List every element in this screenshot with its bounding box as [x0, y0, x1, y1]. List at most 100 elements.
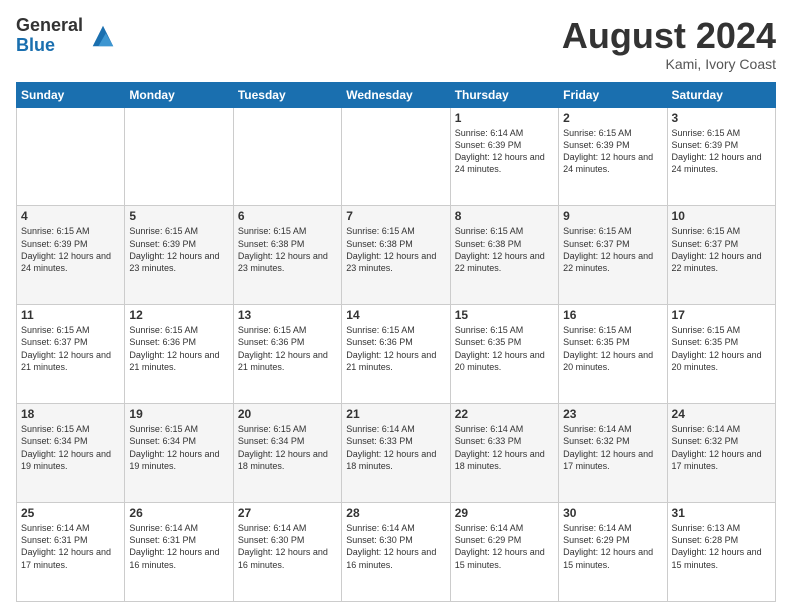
- table-row: 23Sunrise: 6:14 AM Sunset: 6:32 PM Dayli…: [559, 404, 667, 503]
- calendar-week-4: 18Sunrise: 6:15 AM Sunset: 6:34 PM Dayli…: [17, 404, 776, 503]
- day-number: 24: [672, 407, 771, 421]
- table-row: 28 Sunrise: 6:14 AM Sunset: 6:30 PM Dayli…: [342, 503, 450, 602]
- day-info: Sunrise: 6:15 AM Sunset: 6:35 PM Dayligh…: [672, 324, 771, 373]
- day-info: Sunrise: 6:15 AM Sunset: 6:38 PM Dayligh…: [238, 225, 337, 274]
- table-row: 17 Sunrise: 6:15 AM Sunset: 6:35 PM Dayli…: [667, 305, 775, 404]
- table-row: 24 Sunrise: 6:14 AM Sunset: 6:32 PM Dayli…: [667, 404, 775, 503]
- day-number: 19: [129, 407, 228, 421]
- table-row: 31 Sunrise: 6:13 AM Sunset: 6:28 PM Dayli…: [667, 503, 775, 602]
- day-number: 29: [455, 506, 554, 520]
- day-number: 20: [238, 407, 337, 421]
- day-info: Sunrise: 6:15 AM Sunset: 6:34 PM Dayligh…: [21, 423, 120, 472]
- day-number: 28: [346, 506, 445, 520]
- col-monday: Monday: [125, 82, 233, 107]
- day-info: Sunrise: 6:15 AM Sunset: 6:35 PM Dayligh…: [455, 324, 554, 373]
- day-info: Sunrise: 6:14 AM Sunset: 6:33 PM Dayligh…: [346, 423, 445, 472]
- table-row: 20 Sunrise: 6:15 AM Sunset: 6:34 PM Dayli…: [233, 404, 341, 503]
- day-number: 1: [455, 111, 554, 125]
- table-row: 6 Sunrise: 6:15 AM Sunset: 6:38 PM Daylig…: [233, 206, 341, 305]
- page: General Blue August 2024 Kami, Ivory Coa…: [0, 0, 792, 612]
- day-info: Sunrise: 6:15 AM Sunset: 6:39 PM Dayligh…: [672, 127, 771, 176]
- month-title: August 2024: [562, 16, 776, 56]
- day-number: 23: [563, 407, 662, 421]
- table-row: 11 Sunrise: 6:15 AM Sunset: 6:37 PM Dayli…: [17, 305, 125, 404]
- table-row: 13Sunrise: 6:15 AM Sunset: 6:36 PM Dayli…: [233, 305, 341, 404]
- day-number: 10: [672, 209, 771, 223]
- day-info: Sunrise: 6:14 AM Sunset: 6:29 PM Dayligh…: [563, 522, 662, 571]
- day-info: Sunrise: 6:15 AM Sunset: 6:34 PM Dayligh…: [238, 423, 337, 472]
- day-info: Sunrise: 6:14 AM Sunset: 6:33 PM Dayligh…: [455, 423, 554, 472]
- logo: General Blue: [16, 16, 117, 56]
- col-tuesday: Tuesday: [233, 82, 341, 107]
- day-info: Sunrise: 6:15 AM Sunset: 6:37 PM Dayligh…: [21, 324, 120, 373]
- table-row: 3 Sunrise: 6:15 AM Sunset: 6:39 PM Daylig…: [667, 107, 775, 206]
- table-row: 1 Sunrise: 6:14 AM Sunset: 6:39 PM Daylig…: [450, 107, 558, 206]
- col-saturday: Saturday: [667, 82, 775, 107]
- header: General Blue August 2024 Kami, Ivory Coa…: [16, 16, 776, 72]
- day-info: Sunrise: 6:15 AM Sunset: 6:39 PM Dayligh…: [563, 127, 662, 176]
- day-info: Sunrise: 6:15 AM Sunset: 6:37 PM Dayligh…: [563, 225, 662, 274]
- day-number: 26: [129, 506, 228, 520]
- table-row: 8Sunrise: 6:15 AM Sunset: 6:38 PM Daylig…: [450, 206, 558, 305]
- day-number: 12: [129, 308, 228, 322]
- logo-text: General Blue: [16, 16, 83, 56]
- day-info: Sunrise: 6:14 AM Sunset: 6:30 PM Dayligh…: [346, 522, 445, 571]
- day-number: 22: [455, 407, 554, 421]
- table-row: 2Sunrise: 6:15 AM Sunset: 6:39 PM Daylig…: [559, 107, 667, 206]
- day-info: Sunrise: 6:15 AM Sunset: 6:36 PM Dayligh…: [346, 324, 445, 373]
- day-number: 16: [563, 308, 662, 322]
- location-subtitle: Kami, Ivory Coast: [562, 56, 776, 72]
- calendar-week-5: 25 Sunrise: 6:14 AM Sunset: 6:31 PM Dayli…: [17, 503, 776, 602]
- table-row: 15Sunrise: 6:15 AM Sunset: 6:35 PM Dayli…: [450, 305, 558, 404]
- day-info: Sunrise: 6:15 AM Sunset: 6:34 PM Dayligh…: [129, 423, 228, 472]
- day-number: 4: [21, 209, 120, 223]
- day-info: Sunrise: 6:14 AM Sunset: 6:30 PM Dayligh…: [238, 522, 337, 571]
- table-row: 30 Sunrise: 6:14 AM Sunset: 6:29 PM Dayli…: [559, 503, 667, 602]
- table-row: [17, 107, 125, 206]
- logo-icon: [89, 22, 117, 50]
- calendar-week-3: 11 Sunrise: 6:15 AM Sunset: 6:37 PM Dayli…: [17, 305, 776, 404]
- col-wednesday: Wednesday: [342, 82, 450, 107]
- table-row: [233, 107, 341, 206]
- table-row: 27Sunrise: 6:14 AM Sunset: 6:30 PM Dayli…: [233, 503, 341, 602]
- table-row: 5Sunrise: 6:15 AM Sunset: 6:39 PM Daylig…: [125, 206, 233, 305]
- day-info: Sunrise: 6:15 AM Sunset: 6:36 PM Dayligh…: [129, 324, 228, 373]
- table-row: 18Sunrise: 6:15 AM Sunset: 6:34 PM Dayli…: [17, 404, 125, 503]
- day-number: 31: [672, 506, 771, 520]
- day-number: 11: [21, 308, 120, 322]
- table-row: 16 Sunrise: 6:15 AM Sunset: 6:35 PM Dayli…: [559, 305, 667, 404]
- table-row: 4Sunrise: 6:15 AM Sunset: 6:39 PM Daylig…: [17, 206, 125, 305]
- day-info: Sunrise: 6:15 AM Sunset: 6:35 PM Dayligh…: [563, 324, 662, 373]
- table-row: 25 Sunrise: 6:14 AM Sunset: 6:31 PM Dayli…: [17, 503, 125, 602]
- day-info: Sunrise: 6:13 AM Sunset: 6:28 PM Dayligh…: [672, 522, 771, 571]
- table-row: 19 Sunrise: 6:15 AM Sunset: 6:34 PM Dayli…: [125, 404, 233, 503]
- calendar-table: Sunday Monday Tuesday Wednesday Thursday…: [16, 82, 776, 602]
- day-info: Sunrise: 6:14 AM Sunset: 6:31 PM Dayligh…: [21, 522, 120, 571]
- day-number: 3: [672, 111, 771, 125]
- table-row: 12 Sunrise: 6:15 AM Sunset: 6:36 PM Dayli…: [125, 305, 233, 404]
- day-number: 21: [346, 407, 445, 421]
- title-block: August 2024 Kami, Ivory Coast: [562, 16, 776, 72]
- day-number: 25: [21, 506, 120, 520]
- table-row: [125, 107, 233, 206]
- logo-blue: Blue: [16, 36, 83, 56]
- day-info: Sunrise: 6:15 AM Sunset: 6:38 PM Dayligh…: [455, 225, 554, 274]
- day-info: Sunrise: 6:14 AM Sunset: 6:29 PM Dayligh…: [455, 522, 554, 571]
- col-friday: Friday: [559, 82, 667, 107]
- table-row: 14 Sunrise: 6:15 AM Sunset: 6:36 PM Dayli…: [342, 305, 450, 404]
- day-number: 30: [563, 506, 662, 520]
- logo-general: General: [16, 16, 83, 36]
- day-number: 6: [238, 209, 337, 223]
- table-row: 21 Sunrise: 6:14 AM Sunset: 6:33 PM Dayli…: [342, 404, 450, 503]
- day-info: Sunrise: 6:15 AM Sunset: 6:39 PM Dayligh…: [129, 225, 228, 274]
- day-info: Sunrise: 6:14 AM Sunset: 6:31 PM Dayligh…: [129, 522, 228, 571]
- day-info: Sunrise: 6:14 AM Sunset: 6:32 PM Dayligh…: [672, 423, 771, 472]
- table-row: 7Sunrise: 6:15 AM Sunset: 6:38 PM Daylig…: [342, 206, 450, 305]
- day-number: 17: [672, 308, 771, 322]
- col-sunday: Sunday: [17, 82, 125, 107]
- day-number: 14: [346, 308, 445, 322]
- day-info: Sunrise: 6:14 AM Sunset: 6:39 PM Dayligh…: [455, 127, 554, 176]
- calendar-week-1: 1 Sunrise: 6:14 AM Sunset: 6:39 PM Daylig…: [17, 107, 776, 206]
- table-row: 29 Sunrise: 6:14 AM Sunset: 6:29 PM Dayli…: [450, 503, 558, 602]
- day-number: 13: [238, 308, 337, 322]
